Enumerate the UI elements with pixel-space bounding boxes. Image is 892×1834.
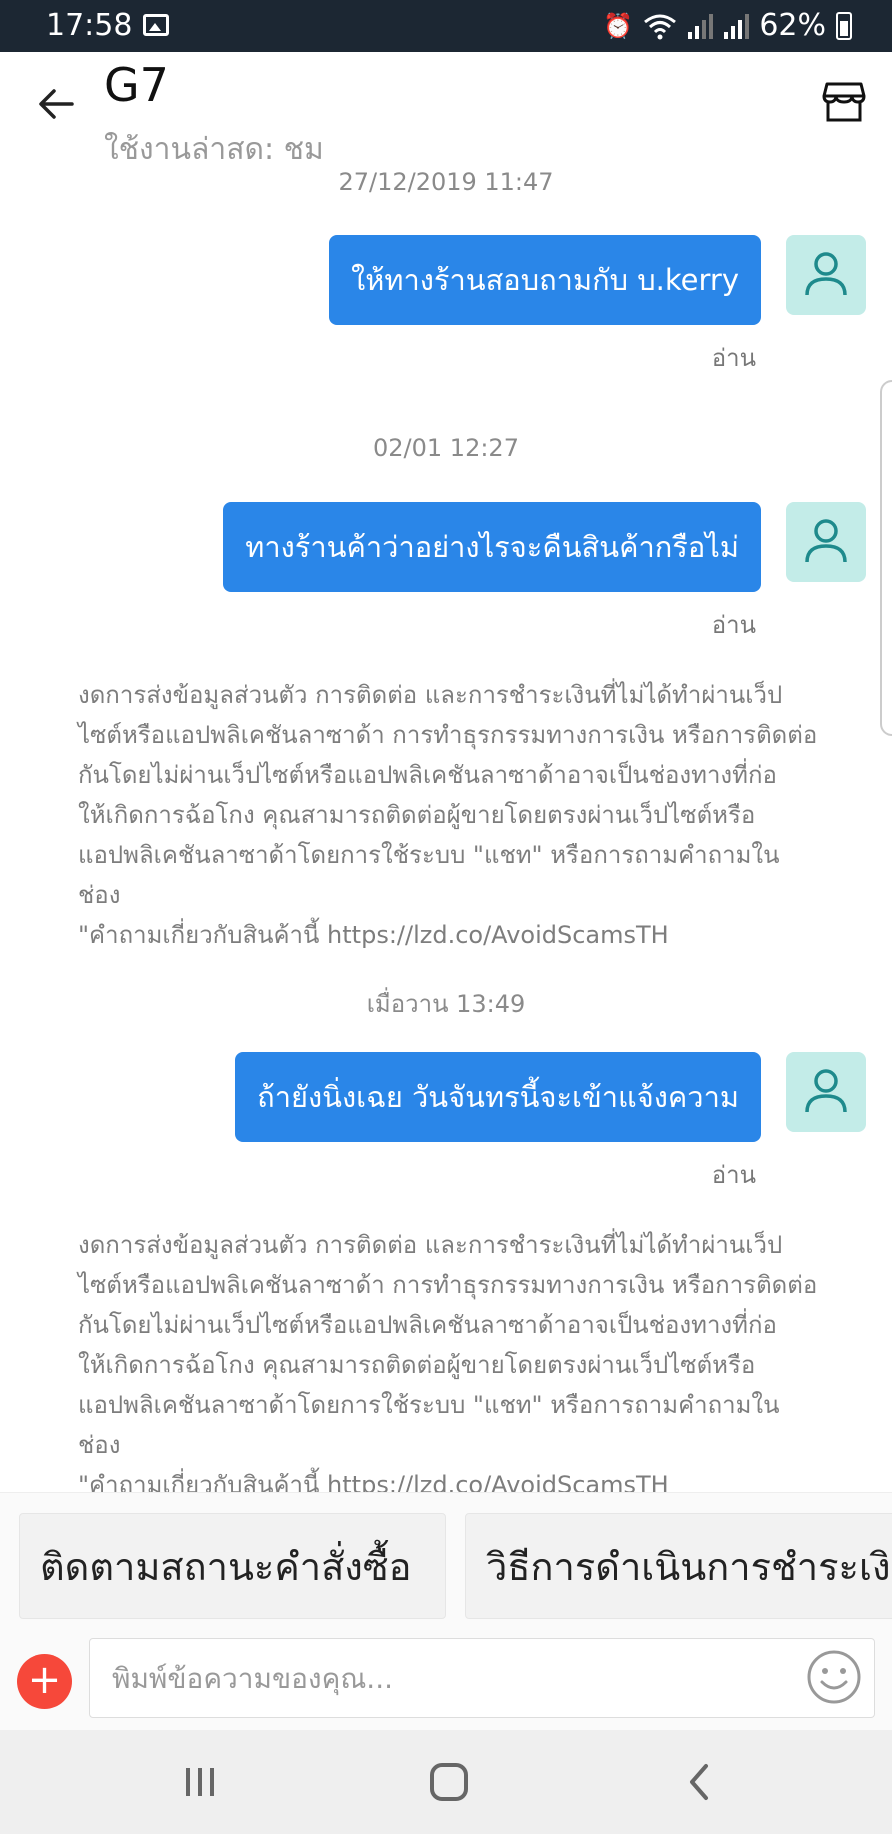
user-avatar[interactable] (786, 502, 866, 582)
back-arrow-icon (39, 89, 74, 119)
shop-icon (822, 82, 866, 122)
warning-line: แอปพลิเคชันลาซาด้าโดยการใช้ระบบ "แชท" หร… (78, 1391, 780, 1459)
warning-line: งดการส่งข้อมูลส่วนตัว การติดต่อ และการชำ… (78, 681, 783, 709)
status-bar: 17:58 ⏰ 62% (0, 0, 892, 52)
message-timestamp: 27/12/2019 11:47 (338, 168, 554, 196)
read-status: อ่าน (711, 344, 756, 372)
warning-line: กันโดยไม่ผ่านเว็ปไซต์หรือแอปพลิเคชันลาซา… (78, 1311, 777, 1339)
message-timestamp: เมื่อวาน 13:49 (366, 990, 526, 1018)
back-button[interactable] (30, 78, 82, 130)
chat-title: G7 (104, 58, 169, 112)
scroll-handle[interactable] (880, 380, 892, 736)
signal-icon (688, 13, 714, 39)
home-button[interactable] (424, 1760, 474, 1804)
recent-apps-button[interactable] (175, 1760, 225, 1804)
user-avatar[interactable] (786, 1052, 866, 1132)
read-status: อ่าน (711, 1161, 756, 1189)
user-icon (805, 1069, 847, 1113)
scam-warning-text: งดการส่งข้อมูลส่วนตัว การติดต่อ และการชำ… (78, 675, 818, 955)
battery-percent: 62% (759, 8, 826, 43)
warning-line: งดการส่งข้อมูลส่วนตัว การติดต่อ และการชำ… (78, 1231, 783, 1259)
gallery-notification-icon (143, 14, 169, 36)
quick-reply-payment-method[interactable]: วิธีการดำเนินการชำระเงิน (465, 1513, 892, 1619)
battery-icon (836, 11, 852, 40)
shop-button[interactable] (822, 80, 866, 124)
quick-reply-track-order[interactable]: ติดตามสถานะคำสั่งซื้อ (19, 1513, 446, 1619)
chat-header: G7 ใช้งานล่าสุด: ชม (0, 52, 892, 160)
warning-line: แอปพลิเคชันลาซาด้าโดยการใช้ระบบ "แชท" หร… (78, 841, 780, 909)
warning-line: ให้เกิดการฉ้อโกง คุณสามารถติดต่อผู้ขายโด… (78, 801, 756, 829)
status-icons: ⏰ 62% (603, 8, 852, 43)
system-nav-bar (0, 1730, 892, 1834)
emoji-button[interactable] (806, 1649, 862, 1705)
warning-line: ให้เกิดการฉ้อโกง คุณสามารถติดต่อผู้ขายโด… (78, 1351, 756, 1379)
warning-line: ไซต์หรือแอปพลิเคชันลาซาด้า การทำธุรกรรมท… (78, 721, 818, 749)
wifi-icon (644, 14, 677, 39)
message-input-bar: + (0, 1632, 892, 1730)
smiley-icon (807, 1650, 861, 1704)
read-status: อ่าน (711, 611, 756, 639)
message-bubble[interactable]: ให้ทางร้านสอบถามกับ บ.kerry (329, 235, 761, 325)
message-bubble[interactable]: ถ้ายังนิ่งเฉย วันจันทรนี้จะเข้าแจ้งความ (235, 1052, 761, 1142)
signal-icon-2 (724, 13, 750, 39)
user-icon (805, 519, 847, 563)
chat-subtitle: ใช้งานล่าสุด: ชม (104, 132, 324, 160)
user-icon (805, 252, 847, 296)
plus-icon: + (27, 1657, 62, 1703)
message-input[interactable] (89, 1638, 875, 1718)
back-nav-button[interactable] (674, 1760, 724, 1804)
scam-warning-text: งดการส่งข้อมูลส่วนตัว การติดต่อ และการชำ… (78, 1225, 818, 1505)
quick-reply-bar: ติดตามสถานะคำสั่งซื้อ วิธีการดำเนินการชำ… (0, 1492, 892, 1632)
user-avatar[interactable] (786, 235, 866, 315)
warning-line: กันโดยไม่ผ่านเว็ปไซต์หรือแอปพลิเคชันลาซา… (78, 761, 777, 789)
message-bubble[interactable]: ทางร้านค้าว่าอย่างไรจะคืนสินค้ากรือไม่ (223, 502, 761, 592)
message-timestamp: 02/01 12:27 (373, 434, 519, 462)
status-time: 17:58 (46, 8, 133, 43)
warning-line: ไซต์หรือแอปพลิเคชันลาซาด้า การทำธุรกรรมท… (78, 1271, 818, 1299)
alarm-icon: ⏰ (603, 11, 634, 40)
warning-line: "คำถามเกี่ยวกับสินค้านี้ https://lzd.co/… (78, 921, 669, 949)
attach-button[interactable]: + (17, 1654, 72, 1709)
